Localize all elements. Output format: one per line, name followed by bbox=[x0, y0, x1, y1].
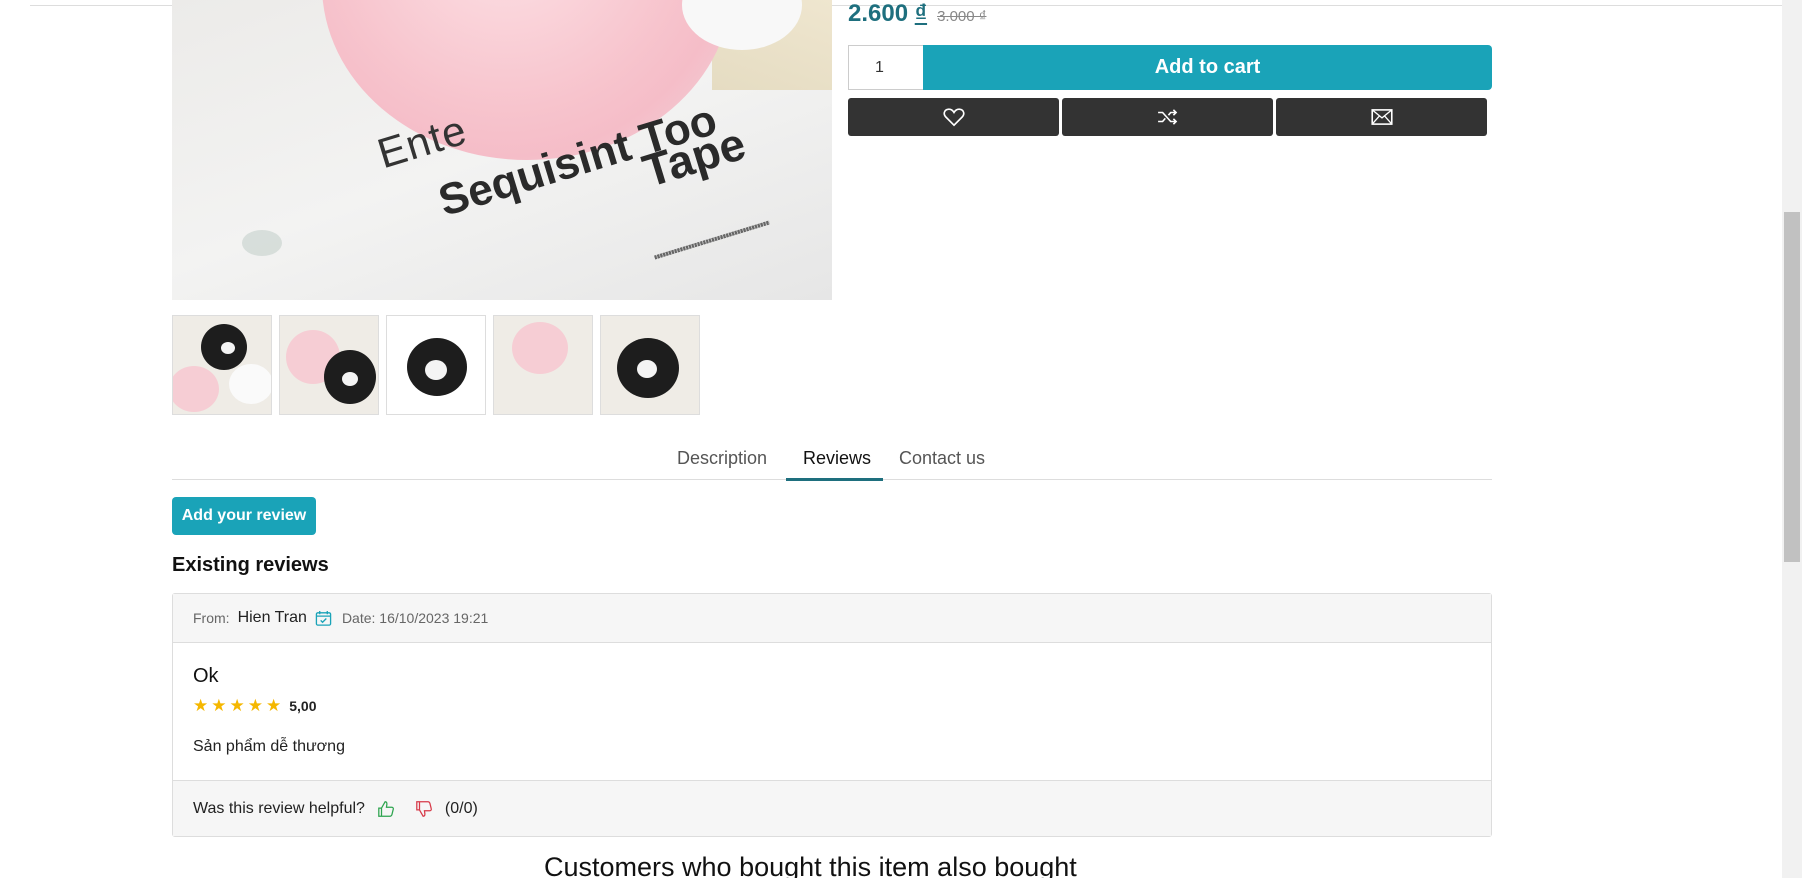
thumbnail-4[interactable] bbox=[493, 315, 593, 415]
thumb-paw-dot bbox=[342, 372, 358, 386]
shuffle-icon bbox=[1157, 109, 1177, 125]
review-author[interactable]: Hien Tran bbox=[238, 609, 307, 627]
star-icon: ★ bbox=[229, 696, 245, 715]
from-label: From: bbox=[193, 610, 230, 626]
thumb-paw-dot bbox=[221, 342, 235, 354]
thumbnail-1[interactable] bbox=[172, 315, 272, 415]
review-helpful: Was this review helpful? (0/0) bbox=[173, 781, 1491, 836]
review-title: Ok bbox=[193, 665, 219, 687]
existing-reviews-title: Existing reviews bbox=[172, 554, 329, 576]
main-product-image[interactable]: Ente Sequisint Too Tape bbox=[172, 0, 832, 300]
email-friend-button[interactable] bbox=[1276, 98, 1487, 136]
helpful-label: Was this review helpful? bbox=[193, 799, 365, 817]
thumbs-up-icon[interactable] bbox=[377, 800, 395, 818]
product-tabs: Description Reviews Contact us bbox=[172, 440, 1492, 480]
envelope-icon bbox=[1370, 109, 1393, 125]
heart-icon bbox=[942, 108, 965, 127]
image-card-text: Ente bbox=[371, 105, 473, 178]
tab-description[interactable]: Description bbox=[677, 448, 767, 469]
old-price: 3.000 ₫ bbox=[937, 8, 987, 25]
product-actions bbox=[848, 98, 1487, 136]
scrollbar-thumb[interactable] bbox=[1784, 212, 1800, 562]
review-header: From: Hien Tran Date: 16/10/2023 19:21 bbox=[173, 594, 1491, 643]
quantity-input[interactable] bbox=[848, 45, 924, 90]
tab-reviews[interactable]: Reviews bbox=[803, 448, 871, 469]
thumbnail-2[interactable] bbox=[279, 315, 379, 415]
calendar-icon bbox=[315, 610, 332, 626]
wishlist-button[interactable] bbox=[848, 98, 1059, 136]
thumb-paw bbox=[512, 322, 568, 374]
also-bought-title: Customers who bought this item also boug… bbox=[544, 852, 1077, 878]
image-barcode bbox=[654, 220, 770, 260]
star-icon: ★ bbox=[266, 696, 282, 715]
tab-contact-us[interactable]: Contact us bbox=[899, 448, 985, 469]
thumb-paw-dot bbox=[425, 360, 447, 380]
thumbnail-3[interactable] bbox=[386, 315, 486, 415]
active-tab-indicator bbox=[786, 478, 883, 481]
helpful-count: (0/0) bbox=[444, 799, 478, 817]
compare-button[interactable] bbox=[1062, 98, 1273, 136]
review-card: From: Hien Tran Date: 16/10/2023 19:21 O… bbox=[172, 593, 1492, 837]
thumb-paw bbox=[173, 366, 219, 412]
product-page: Ente Sequisint Too Tape 2.600 ₫ 3.000 ₫ … bbox=[0, 0, 1802, 878]
review-rating: 5,00 bbox=[289, 697, 317, 714]
current-price: 2.600 ₫ bbox=[848, 0, 928, 27]
review-date: Date: 16/10/2023 19:21 bbox=[341, 610, 489, 626]
add-to-cart-button[interactable]: Add to cart bbox=[923, 45, 1492, 90]
review-body: Ok ★ ★ ★ ★ ★ 5,00 Sản phẩm dễ thương bbox=[173, 643, 1491, 781]
price-block: 2.600 ₫ 3.000 ₫ bbox=[848, 0, 986, 28]
thumb-paw bbox=[229, 364, 271, 404]
thumbnail-5[interactable] bbox=[600, 315, 700, 415]
star-icon: ★ bbox=[247, 696, 263, 715]
thumbs-down-icon[interactable] bbox=[415, 800, 433, 818]
review-stars: ★ ★ ★ ★ ★ 5,00 bbox=[193, 697, 1471, 714]
image-plant bbox=[242, 230, 282, 256]
star-icon: ★ bbox=[211, 696, 227, 715]
review-text: Sản phẩm dễ thương bbox=[193, 738, 345, 755]
thumbnail-strip bbox=[172, 315, 700, 415]
thumb-paw-dot bbox=[637, 360, 657, 378]
star-icon: ★ bbox=[193, 696, 209, 715]
scrollbar[interactable] bbox=[1782, 0, 1802, 878]
add-review-button[interactable]: Add your review bbox=[172, 497, 316, 535]
